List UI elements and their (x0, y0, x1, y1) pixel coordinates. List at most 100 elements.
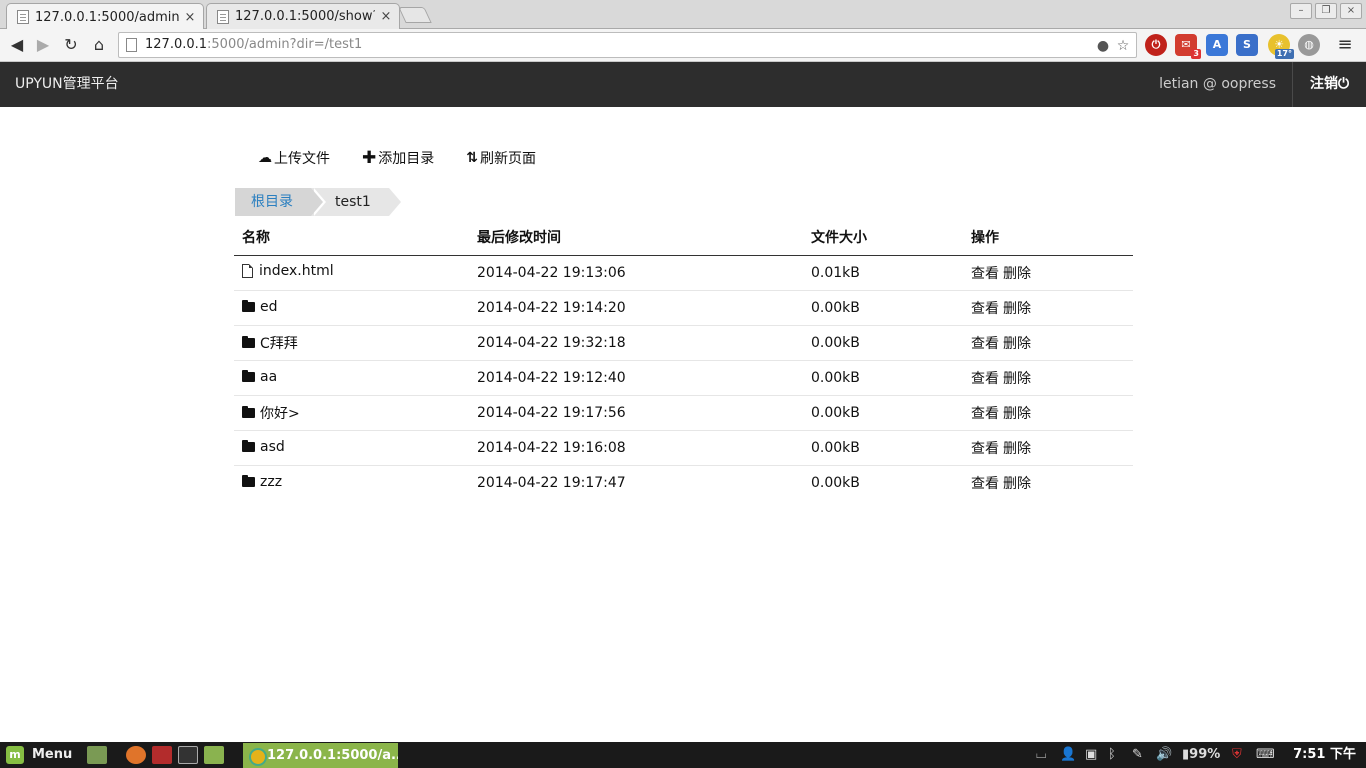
delete-link[interactable]: 删除 (1003, 406, 1031, 422)
files-icon[interactable] (204, 746, 224, 764)
current-user: letian @ oopress (1159, 76, 1276, 92)
table-row: ed 2014-04-22 19:14:20 0.00kB 查看 删除 (234, 290, 1133, 326)
add-directory-button[interactable]: ✚ 添加目录 (362, 148, 434, 168)
delete-link[interactable]: 删除 (1003, 441, 1031, 457)
logout-button[interactable]: 注销⏻ (1292, 62, 1366, 107)
upload-file-button[interactable]: ☁ 上传文件 (258, 148, 330, 168)
cloud-upload-icon: ☁ (258, 150, 272, 166)
delete-link[interactable]: 删除 (1003, 266, 1031, 282)
column-header-name: 名称 (234, 220, 469, 256)
breadcrumb: 根目录 test1 (235, 188, 401, 216)
folder-name-link[interactable]: ed (242, 299, 278, 315)
delete-link[interactable]: 删除 (1003, 371, 1031, 387)
screenshot-icon[interactable]: ▣ (1085, 742, 1097, 768)
globe-extension-icon[interactable]: ◍ (1298, 34, 1320, 56)
plus-icon: ✚ (362, 148, 377, 168)
notification-badge: 3 (1191, 49, 1201, 59)
view-link[interactable]: 查看 (971, 476, 999, 492)
app-brand[interactable]: UPYUN管理平台 (15, 62, 119, 107)
file-icon (242, 264, 253, 278)
close-icon[interactable]: × (183, 10, 197, 25)
column-header-ops: 操作 (963, 220, 1133, 256)
weather-extension-icon[interactable]: ☀ 17° (1268, 34, 1294, 59)
refresh-page-button[interactable]: ⇅ 刷新页面 (466, 148, 536, 168)
taskbar-window-chrome[interactable]: 127.0.0.1:5000/a... (243, 743, 398, 768)
lightbulb-icon[interactable]: ● (1095, 38, 1111, 54)
tab-title: 127.0.0.1:5000/show?p (235, 9, 375, 24)
page-icon (126, 38, 137, 52)
view-link[interactable]: 查看 (971, 371, 999, 387)
keyboard-icon[interactable]: ⌴ (1036, 742, 1046, 768)
table-row: zzz 2014-04-22 19:17:47 0.00kB 查看 删除 (234, 465, 1133, 500)
adblock-extension-icon[interactable]: ⏻ (1145, 34, 1167, 56)
battery-indicator[interactable]: ▮99% (1182, 742, 1220, 768)
back-arrow-icon[interactable]: ◀ (6, 34, 28, 56)
view-link[interactable]: 查看 (971, 406, 999, 422)
folder-icon (242, 405, 255, 418)
folder-name-link[interactable]: zzz (242, 474, 282, 490)
add-directory-label: 添加目录 (378, 151, 435, 167)
forward-arrow-icon[interactable]: ▶ (32, 34, 54, 56)
app-launcher-icon[interactable] (152, 746, 172, 764)
view-link[interactable]: 查看 (971, 441, 999, 457)
volume-icon[interactable]: 🔊 (1156, 742, 1172, 768)
bluetooth-icon[interactable]: ᛒ (1108, 742, 1116, 768)
table-row: 你好> 2014-04-22 19:17:56 0.00kB 查看 删除 (234, 395, 1133, 431)
bookmark-star-icon[interactable]: ☆ (1115, 38, 1131, 54)
mint-logo-icon: m (6, 746, 24, 764)
translate-extension-icon[interactable]: A (1206, 34, 1228, 56)
delete-link[interactable]: 删除 (1003, 336, 1031, 352)
tab-title: 127.0.0.1:5000/admin (35, 9, 179, 25)
browser-tab-admin[interactable]: 127.0.0.1:5000/admin × (6, 3, 204, 30)
shield-icon[interactable]: ⛨ (1232, 742, 1242, 768)
delete-link[interactable]: 删除 (1003, 301, 1031, 317)
close-icon[interactable]: × (379, 9, 393, 24)
firefox-icon[interactable] (126, 746, 146, 764)
column-header-size: 文件大小 (803, 220, 963, 256)
modified-time: 2014-04-22 19:17:56 (469, 395, 803, 431)
user-icon[interactable]: 👤 (1060, 742, 1076, 768)
folder-icon (242, 475, 255, 488)
page-favicon-icon (17, 10, 29, 24)
browser-tab-show[interactable]: 127.0.0.1:5000/show?p × (206, 3, 400, 29)
folder-name: asd (260, 439, 285, 455)
breadcrumb-root-link[interactable]: 根目录 (235, 188, 326, 216)
maximize-button[interactable]: ❐ (1315, 3, 1337, 19)
table-header-row: 名称 最后修改时间 文件大小 操作 (234, 220, 1133, 256)
home-icon[interactable]: ⌂ (88, 34, 110, 56)
view-link[interactable]: 查看 (971, 266, 999, 282)
file-size: 0.00kB (811, 474, 860, 491)
show-desktop-icon[interactable] (87, 746, 107, 764)
keyboard-layout-icon[interactable]: ⌨ (1256, 742, 1275, 768)
minimize-button[interactable]: – (1290, 3, 1312, 19)
folder-name: C拜拜 (260, 335, 298, 352)
view-link[interactable]: 查看 (971, 336, 999, 352)
gmail-extension-icon[interactable]: ✉ 3 (1175, 34, 1201, 59)
clock[interactable]: 7:51 下午 (1293, 742, 1356, 768)
file-name-link[interactable]: index.html (242, 263, 334, 279)
folder-name: ed (260, 299, 278, 315)
os-taskbar: m Menu 127.0.0.1:5000/a... ⌴ 👤 ▣ ᛒ ✎ 🔊 ▮… (0, 742, 1366, 768)
start-menu-button[interactable]: m Menu (6, 745, 72, 765)
battery-percent: 99% (1189, 747, 1221, 762)
proxy-extension-icon[interactable]: S (1236, 34, 1258, 56)
address-bar[interactable]: 127.0.0.1:5000/admin?dir=/test1 ● ☆ (118, 32, 1137, 58)
folder-name-link[interactable]: C拜拜 (242, 333, 298, 353)
folder-name-link[interactable]: asd (242, 439, 285, 455)
folder-name-link[interactable]: 你好> (242, 403, 300, 423)
modified-time: 2014-04-22 19:16:08 (469, 430, 803, 466)
menu-hamburger-icon[interactable]: ≡ (1334, 34, 1356, 56)
table-row: aa 2014-04-22 19:12:40 0.00kB 查看 删除 (234, 360, 1133, 396)
pen-icon[interactable]: ✎ (1132, 742, 1143, 768)
url-host: 127.0.0.1 (145, 37, 208, 52)
view-link[interactable]: 查看 (971, 301, 999, 317)
reload-icon[interactable]: ↻ (60, 34, 82, 56)
file-size: 0.00kB (803, 325, 963, 361)
window-close-button[interactable]: × (1340, 3, 1362, 19)
folder-name-link[interactable]: aa (242, 369, 277, 385)
new-tab-button[interactable] (398, 7, 432, 23)
app-navbar: UPYUN管理平台 letian @ oopress 注销⏻ (0, 62, 1366, 107)
modified-time: 2014-04-22 19:32:18 (469, 325, 803, 361)
delete-link[interactable]: 删除 (1003, 476, 1031, 492)
terminal-icon[interactable] (178, 746, 198, 764)
